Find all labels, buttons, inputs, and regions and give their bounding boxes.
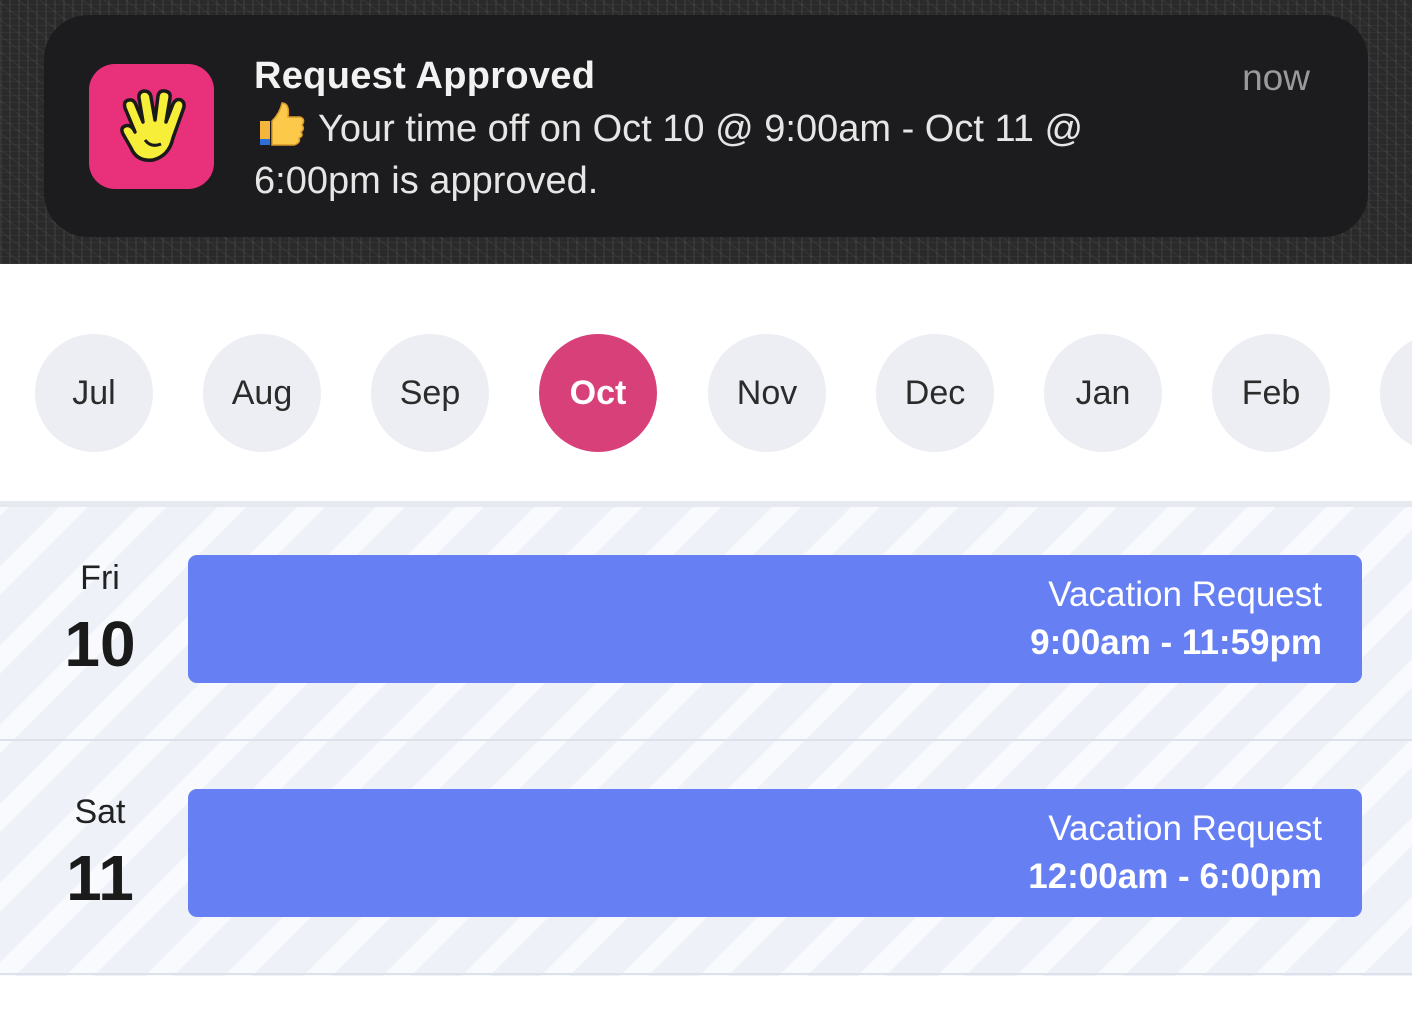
event-title: Vacation Request: [1048, 809, 1322, 848]
notification-time: now: [1242, 57, 1310, 98]
month-jan[interactable]: Jan: [1044, 334, 1162, 452]
notification-banner[interactable]: Request Approved Your time off on Oct 10…: [44, 15, 1368, 237]
vacation-event[interactable]: Vacation Request 12:00am - 6:00pm: [188, 789, 1362, 917]
notification-body-text: Your time off on Oct 10 @ 9:00am - Oct 1…: [254, 108, 1084, 202]
event-time: 9:00am - 11:59pm: [1030, 623, 1322, 662]
thumbs-up-icon: [254, 101, 306, 158]
day-number: 11: [66, 842, 134, 914]
notification-body: Your time off on Oct 10 @ 9:00am - Oct 1…: [254, 101, 1194, 204]
time-off-calendar: Fri 10 Vacation Request 9:00am - 11:59pm…: [0, 501, 1412, 976]
month-nov[interactable]: Nov: [708, 334, 826, 452]
weekday-label: Fri: [80, 559, 120, 597]
event-title: Vacation Request: [1048, 575, 1322, 614]
day-row: Fri 10 Vacation Request 9:00am - 11:59pm: [0, 507, 1412, 741]
month-aug[interactable]: Aug: [203, 334, 321, 452]
day-number: 10: [64, 608, 136, 680]
month-jul[interactable]: Jul: [35, 334, 153, 452]
vulcan-salute-icon: [89, 64, 214, 189]
month-feb[interactable]: Feb: [1212, 334, 1330, 452]
day-row: Sat 11 Vacation Request 12:00am - 6:00pm: [0, 741, 1412, 975]
month-next-partial[interactable]: [1380, 334, 1412, 452]
notification-title: Request Approved: [254, 55, 596, 97]
month-dec[interactable]: Dec: [876, 334, 994, 452]
event-time: 12:00am - 6:00pm: [1028, 857, 1322, 896]
month-selector: Jul Aug Sep Oct Nov Dec Jan Feb: [0, 264, 1412, 501]
month-sep[interactable]: Sep: [371, 334, 489, 452]
month-oct-selected[interactable]: Oct: [539, 334, 657, 452]
weekday-label: Sat: [74, 793, 126, 831]
vacation-event[interactable]: Vacation Request 9:00am - 11:59pm: [188, 555, 1362, 683]
